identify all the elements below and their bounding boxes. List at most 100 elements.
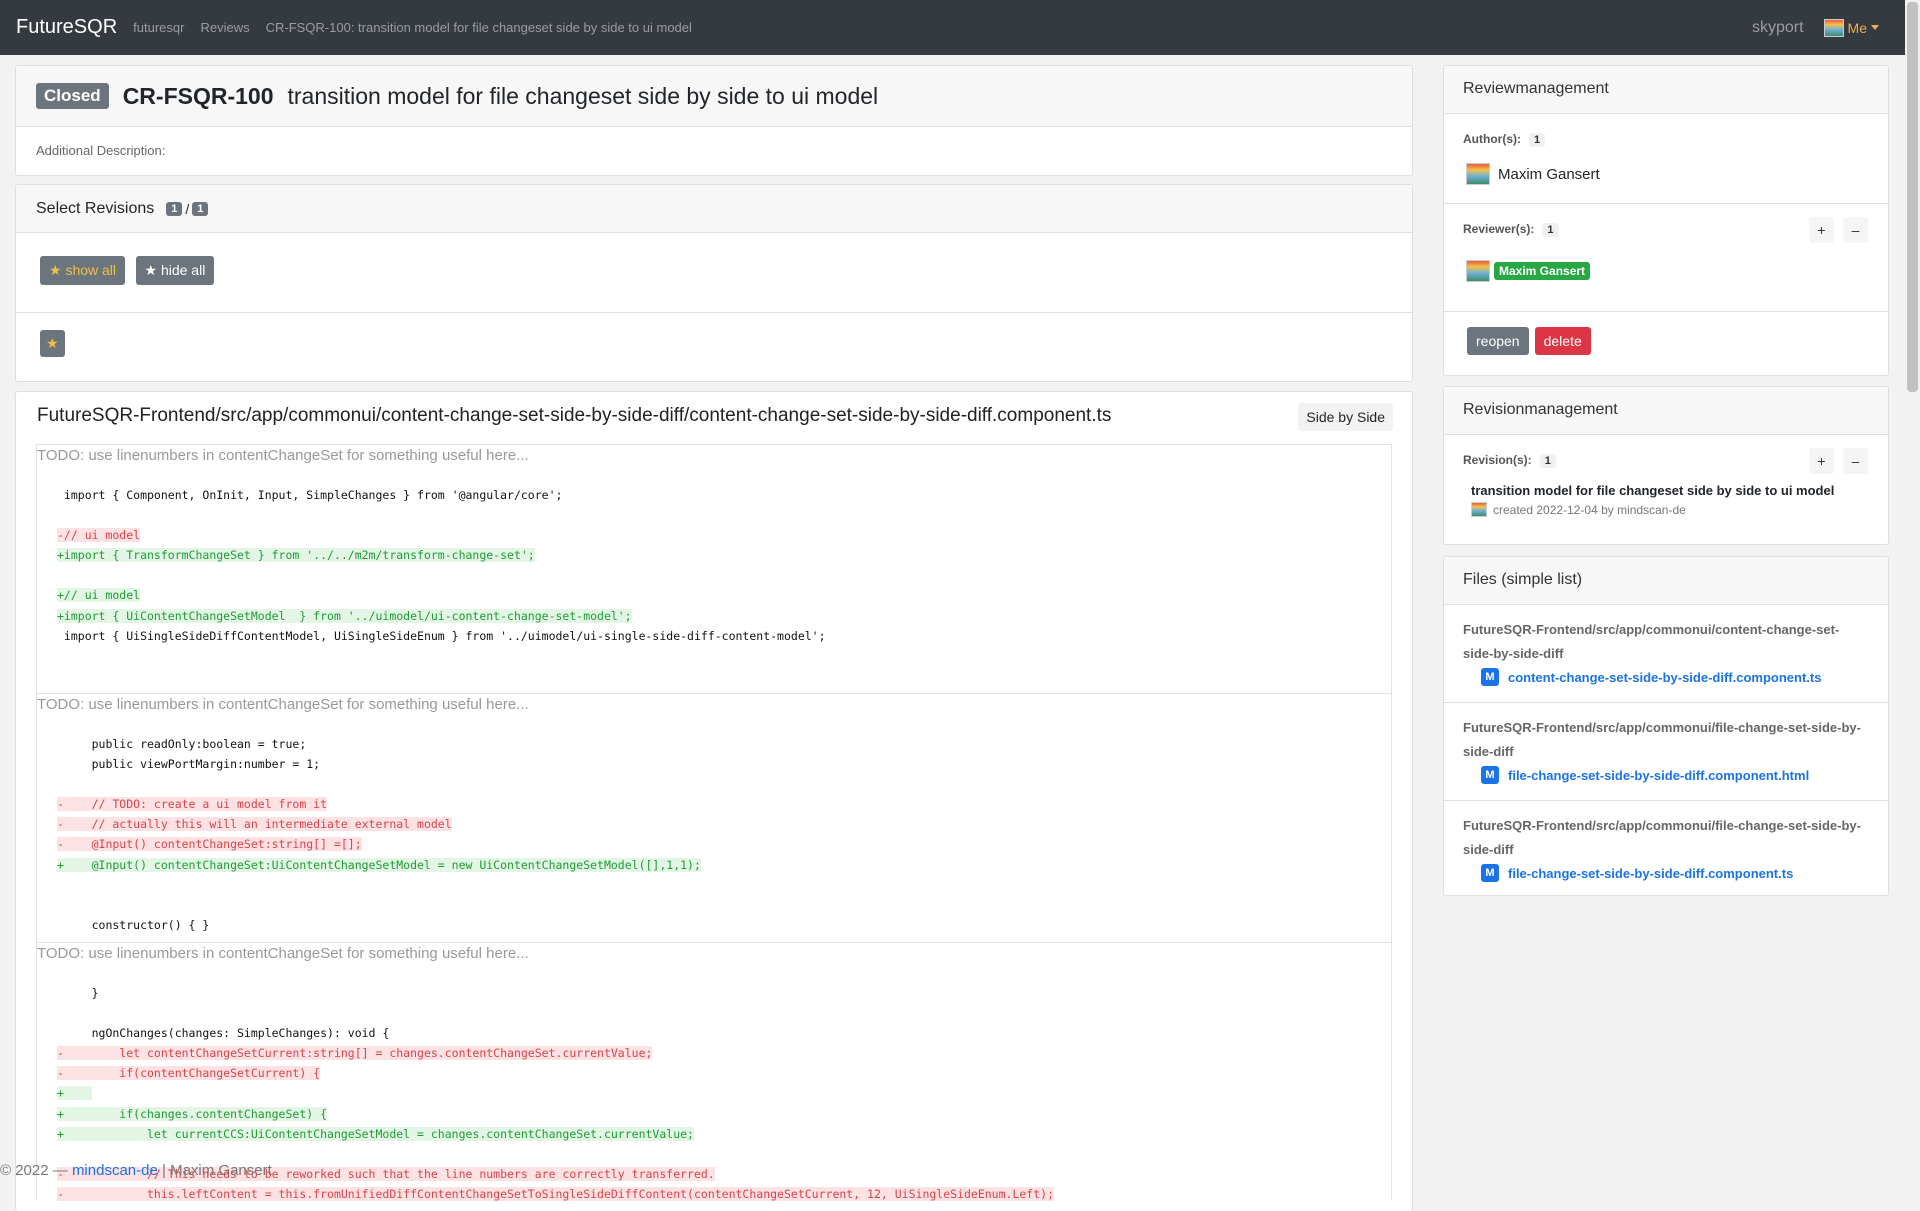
diff-line-removed: -// ui model	[57, 528, 141, 543]
modified-badge: M	[1481, 668, 1499, 686]
file-link[interactable]: file-change-set-side-by-side-diff.compon…	[1508, 768, 1809, 783]
chevron-down-icon	[1871, 25, 1879, 30]
status-badge: Closed	[36, 83, 109, 109]
delete-button[interactable]: delete	[1534, 327, 1591, 355]
top-navbar: FutureSQR futuresqr Reviews CR-FSQR-100:…	[0, 0, 1905, 55]
review-title: transition model for file changeset side…	[287, 82, 879, 109]
revision-count-separator: /	[185, 200, 190, 217]
footer-copyright: © 2022 —	[0, 1162, 68, 1179]
diff-line-removed: - this.leftContent = this.fromUnifiedDif…	[57, 1186, 1054, 1201]
diff-line-normal: public readOnly:boolean = true;	[57, 737, 307, 751]
diff-line-normal: ngOnChanges(changes: SimpleChanges): voi…	[57, 1026, 390, 1041]
diff-line-added: + @Input() contentChangeSet:UiContentCha…	[57, 857, 701, 872]
revisions-label: Revision(s):	[1463, 453, 1532, 467]
show-hide-row: ★ show all ★ hide all	[16, 233, 1412, 313]
review-management-header: Reviewmanagement	[1444, 66, 1888, 114]
diff-line-added: +import { TransformChangeSet } from '../…	[57, 548, 535, 563]
diff-line-normal: constructor() { }	[57, 917, 210, 932]
user-menu[interactable]: Me	[1823, 18, 1879, 37]
hide-all-button[interactable]: ★ hide all	[135, 256, 215, 285]
select-revisions-card: Select Revisions 1 / 1 ★ show all ★ hide…	[15, 184, 1413, 382]
reviewer-badge[interactable]: Maxim Gansert	[1494, 262, 1591, 280]
file-entry: FutureSQR-Frontend/src/app/commonui/cont…	[1444, 605, 1888, 702]
diff-line-blank	[57, 646, 1391, 666]
review-id: CR-FSQR-100	[122, 82, 274, 109]
revision-author-avatar	[1471, 502, 1487, 517]
revision-toggle-row: ★	[16, 313, 1412, 374]
hunk-code: import { Component, OnInit, Input, Simpl…	[37, 467, 1391, 686]
footer-link[interactable]: mindscan-de	[72, 1162, 158, 1179]
reviewers-count: 1	[1542, 223, 1559, 237]
side-by-side-button[interactable]: Side by Side	[1298, 403, 1393, 431]
files-card: Files (simple list) FutureSQR-Frontend/s…	[1443, 556, 1889, 896]
footer-separator: |	[162, 1162, 166, 1179]
file-directory: FutureSQR-Frontend/src/app/commonui/file…	[1463, 720, 1861, 759]
scrollbar-thumb[interactable]	[1907, 2, 1918, 392]
reviewers-label: Reviewer(s):	[1463, 222, 1535, 236]
modified-badge: M	[1481, 864, 1499, 882]
remove-reviewer-button[interactable]: –	[1843, 217, 1868, 243]
diff-line-added: + if(changes.contentChangeSet) {	[57, 1106, 328, 1121]
revisions-count: 1	[1539, 454, 1556, 468]
reviewers-section: Reviewer(s): 1 + – Maxim Gansert	[1444, 204, 1888, 311]
authors-label: Author(s):	[1463, 132, 1521, 146]
authors-section: Author(s): 1 Maxim Gansert	[1444, 114, 1888, 203]
diff-line-removed: - if(contentChangeSetCurrent) {	[57, 1066, 321, 1081]
diff-line-added: + let currentCCS:UiContentChangeSetModel…	[57, 1126, 694, 1141]
diff-line-blank	[57, 1144, 1391, 1164]
add-revision-button[interactable]: +	[1809, 448, 1834, 474]
review-title-bar: Closed CR-FSQR-100 transition model for …	[16, 66, 1412, 127]
file-directory: FutureSQR-Frontend/src/app/commonui/cont…	[1463, 622, 1840, 661]
diff-line-normal: public viewPortMargin:number = 1;	[57, 757, 321, 772]
file-entry: FutureSQR-Frontend/src/app/commonui/file…	[1444, 703, 1888, 800]
nav-link-current-review[interactable]: CR-FSQR-100: transition model for file c…	[266, 20, 692, 35]
diff-line-blank	[57, 875, 1391, 895]
revisions-section: Revision(s): 1 + – transition model for f…	[1444, 435, 1888, 533]
select-revisions-header: Select Revisions 1 / 1	[16, 185, 1412, 233]
brand-logo[interactable]: FutureSQR	[16, 16, 117, 39]
add-reviewer-button[interactable]: +	[1809, 217, 1834, 243]
show-all-button[interactable]: ★ show all	[40, 256, 126, 285]
file-link[interactable]: content-change-set-side-by-side-diff.com…	[1508, 670, 1821, 685]
footer-author: Maxim Gansert	[170, 1162, 272, 1179]
diff-line-removed: - let contentChangeSetCurrent:string[] =…	[57, 1046, 653, 1061]
diff-line-normal: }	[57, 986, 99, 1000]
star-icon: ★	[49, 262, 62, 278]
file-entry: FutureSQR-Frontend/src/app/commonui/file…	[1444, 801, 1888, 898]
diff-line-added: +import { UiContentChangeSetModel } from…	[57, 608, 632, 623]
review-actions: reopen delete	[1444, 312, 1888, 370]
author-avatar	[1466, 163, 1490, 185]
diff-line-removed: - @Input() contentChangeSet:string[] =[]…	[57, 837, 362, 852]
revision-title[interactable]: transition model for file changeset side…	[1471, 483, 1869, 498]
star-icon: ★	[144, 262, 158, 278]
select-revisions-title: Select Revisions	[36, 199, 155, 217]
file-link[interactable]: file-change-set-side-by-side-diff.compon…	[1508, 866, 1793, 881]
diff-line-normal: import { UiSingleSideDiffContentModel, U…	[57, 628, 826, 643]
nav-link-project[interactable]: futuresqr	[133, 20, 184, 35]
reopen-button[interactable]: reopen	[1467, 327, 1529, 355]
diff-line-blank	[57, 774, 1391, 794]
remove-revision-button[interactable]: –	[1843, 448, 1868, 474]
footer: © 2022 — mindscan-de | Maxim Gansert	[0, 1162, 272, 1179]
diff-hunk-2: TODO: use linenumbers in contentChangeSe…	[36, 693, 1392, 942]
diff-hunk-1: TODO: use linenumbers in contentChangeSe…	[36, 444, 1392, 693]
diff-line-blank	[57, 565, 1391, 585]
nav-link-reviews[interactable]: Reviews	[200, 20, 249, 35]
diff-line-removed: - // TODO: create a ui model from it	[57, 797, 328, 812]
additional-description: Additional Description:	[36, 143, 166, 158]
diff-line-removed: - // actually this will an intermediate …	[57, 817, 452, 832]
user-avatar	[1823, 18, 1844, 37]
revision-1-toggle[interactable]: ★	[40, 330, 65, 357]
selected-revision-count: 1	[166, 201, 183, 216]
file-path: FutureSQR-Frontend/src/app/commonui/cont…	[37, 405, 1112, 426]
reviewer-avatar	[1466, 260, 1490, 282]
page-scrollbar[interactable]	[1905, 0, 1920, 1200]
server-name[interactable]: skyport	[1752, 19, 1804, 37]
revision-meta: created 2022-12-04 by mindscan-de	[1493, 502, 1686, 517]
file-directory: FutureSQR-Frontend/src/app/commonui/file…	[1463, 818, 1861, 857]
diff-line-normal: import { Component, OnInit, Input, Simpl…	[57, 488, 563, 502]
revision-management-card: Revisionmanagement Revision(s): 1 + – tra…	[1443, 386, 1889, 545]
files-header: Files (simple list)	[1444, 557, 1888, 605]
hunk-todo-note: TODO: use linenumbers in contentChangeSe…	[37, 696, 529, 713]
diff-line-blank	[57, 895, 1391, 915]
